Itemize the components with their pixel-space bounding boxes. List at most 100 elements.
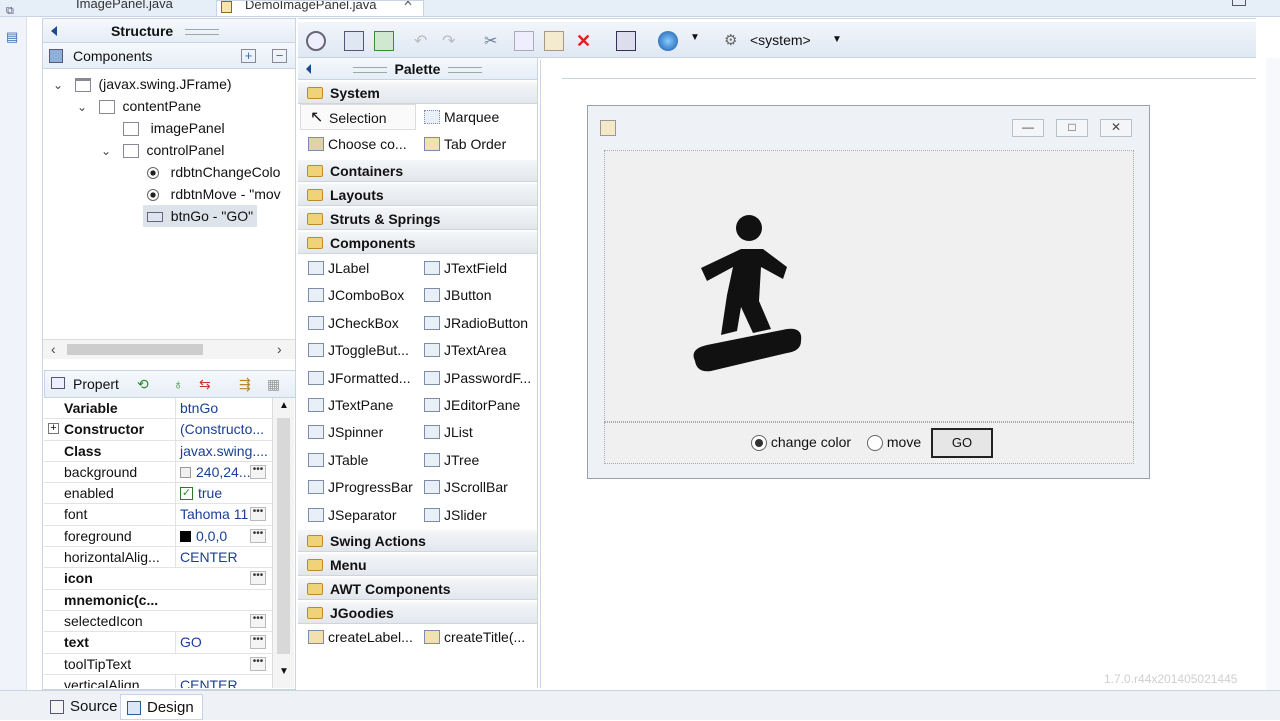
- tree-item-rdbtnchangecolor[interactable]: rdbtnChangeColo: [147, 161, 293, 183]
- convert-local-icon[interactable]: ⇆: [199, 371, 211, 397]
- tab-design[interactable]: Design: [120, 694, 203, 720]
- palette-item-jlist[interactable]: JList: [416, 419, 534, 445]
- scroll-down-icon[interactable]: ▼: [279, 666, 289, 677]
- properties-view-icon[interactable]: [616, 31, 636, 51]
- look-and-feel-select[interactable]: <system>: [750, 32, 811, 48]
- copy-icon[interactable]: [514, 31, 534, 51]
- palette-item-jtable[interactable]: JTable: [300, 447, 416, 473]
- palette-category-struts-springs[interactable]: Struts & Springs: [298, 208, 537, 230]
- tree-item-jframe[interactable]: ⌄ (javax.swing.JFrame): [53, 73, 232, 95]
- collapse-all-icon[interactable]: −: [272, 49, 287, 63]
- show-events-icon[interactable]: ⟲: [137, 371, 149, 397]
- palette-item-jscrollbar[interactable]: JScrollBar: [416, 474, 534, 500]
- palette-category-awt-components[interactable]: AWT Components: [298, 578, 537, 600]
- palette-item-jradiobutton[interactable]: JRadioButton: [416, 310, 534, 336]
- palette-category-swing-actions[interactable]: Swing Actions: [298, 530, 537, 552]
- close-button[interactable]: ✕: [1100, 119, 1132, 137]
- palette-item-jformatted[interactable]: JFormatted...: [300, 365, 416, 391]
- property-row-font[interactable]: font Tahoma 11 •••: [44, 504, 296, 526]
- redo-icon[interactable]: ↷: [442, 31, 462, 51]
- tab-source[interactable]: Source: [44, 694, 126, 720]
- tree-item-rdbtnmove[interactable]: rdbtnMove - "mov: [147, 183, 293, 205]
- palette-item-jbutton[interactable]: JButton: [416, 282, 534, 308]
- property-value[interactable]: CENTER: [175, 547, 267, 569]
- palette-item-jtextpane[interactable]: JTextPane: [300, 392, 416, 418]
- palette-item-createlabel[interactable]: createLabel...: [300, 624, 416, 650]
- scroll-left-icon[interactable]: ‹: [51, 341, 56, 357]
- edit-ellipsis-button[interactable]: •••: [250, 613, 266, 628]
- tree-item-contentpane[interactable]: ⌄ contentPane: [77, 95, 201, 117]
- paste-icon[interactable]: [544, 31, 564, 51]
- chevron-down-icon[interactable]: ⌄: [101, 144, 111, 158]
- scroll-thumb[interactable]: [67, 344, 203, 355]
- tab-demoimagepanel[interactable]: DemoImagePanel.java ✕: [216, 0, 424, 16]
- scroll-up-icon[interactable]: ▲: [279, 400, 289, 411]
- delete-icon[interactable]: ✕: [576, 31, 596, 51]
- edit-ellipsis-button[interactable]: •••: [250, 571, 266, 586]
- refresh-icon[interactable]: [374, 31, 394, 51]
- chevron-down-icon[interactable]: ⌄: [53, 78, 63, 92]
- palette-category-system[interactable]: System: [298, 82, 537, 104]
- globe-icon[interactable]: [658, 31, 678, 51]
- palette-item-jslider[interactable]: JSlider: [416, 502, 534, 528]
- palette-item-jseparator[interactable]: JSeparator: [300, 502, 416, 528]
- test-gui-icon[interactable]: [306, 31, 326, 51]
- property-row-variable[interactable]: Variable btnGo: [44, 398, 296, 420]
- maximize-icon[interactable]: [1232, 0, 1246, 6]
- jframe-preview[interactable]: — □ ✕ change color move GO: [587, 105, 1150, 479]
- property-row-enabled[interactable]: enabled true ✓: [44, 483, 296, 505]
- maximize-button[interactable]: □: [1056, 119, 1088, 137]
- palette-item-tab-order[interactable]: Tab Order: [416, 131, 534, 157]
- outline-icon[interactable]: ▤: [6, 29, 18, 45]
- go-button[interactable]: GO: [931, 428, 993, 458]
- property-row-background[interactable]: background 240,24... •••: [44, 461, 296, 484]
- palette-item-createtitle[interactable]: createTitle(...: [416, 624, 534, 650]
- palette-item-jtextarea[interactable]: JTextArea: [416, 337, 534, 363]
- radio-move[interactable]: move: [867, 434, 921, 452]
- radio-selected-icon[interactable]: [751, 435, 767, 452]
- palette-item-jeditorpane[interactable]: JEditorPane: [416, 392, 534, 418]
- palette-item-marquee[interactable]: Marquee: [416, 104, 534, 130]
- palette-item-selection[interactable]: ↖ Selection: [300, 104, 416, 130]
- palette-category-layouts[interactable]: Layouts: [298, 184, 537, 206]
- property-row-tooltiptext[interactable]: toolTipText •••: [44, 654, 296, 675]
- palette-item-jtree[interactable]: JTree: [416, 447, 534, 473]
- property-value[interactable]: btnGo: [175, 398, 267, 419]
- property-row-text[interactable]: text GO •••: [44, 632, 296, 654]
- vertical-scrollbar[interactable]: ▲ ▼: [272, 398, 294, 688]
- scroll-right-icon[interactable]: ›: [277, 341, 282, 357]
- restore-icon[interactable]: ⧉: [6, 5, 14, 18]
- tree-item-imagepanel[interactable]: imagePanel: [123, 117, 225, 139]
- radio-change-color[interactable]: change color: [751, 434, 851, 452]
- property-row-horizontalalignment[interactable]: horizontalAlig... CENTER: [44, 547, 296, 569]
- palette-item-jcombobox[interactable]: JComboBox: [300, 282, 416, 308]
- minimize-button[interactable]: —: [1012, 119, 1044, 137]
- scroll-thumb[interactable]: [277, 418, 290, 654]
- palette-item-jtextfield[interactable]: JTextField: [416, 255, 534, 281]
- palette-category-containers[interactable]: Containers: [298, 160, 537, 182]
- property-value[interactable]: (Constructo...: [175, 419, 267, 441]
- property-row-foreground[interactable]: foreground 0,0,0 •••: [44, 525, 296, 548]
- palette-item-jcheckbox[interactable]: JCheckBox: [300, 310, 416, 336]
- palette-item-jprogressbar[interactable]: JProgressBar: [300, 474, 416, 500]
- chevron-down-icon[interactable]: ▼: [690, 32, 700, 43]
- chevron-down-icon[interactable]: ⌄: [77, 100, 87, 114]
- expand-icon[interactable]: +: [48, 423, 59, 435]
- palette-category-jgoodies[interactable]: JGoodies: [298, 602, 537, 624]
- palette-category-components[interactable]: Components: [298, 232, 537, 254]
- expand-all-icon[interactable]: +: [241, 49, 256, 63]
- advanced-props-icon[interactable]: ⇶: [239, 371, 251, 397]
- undo-icon[interactable]: ↶: [414, 31, 434, 51]
- edit-ellipsis-button[interactable]: •••: [250, 656, 266, 671]
- property-row-verticalalignment[interactable]: verticalAlign CENTER: [44, 674, 296, 688]
- tree-item-btngo[interactable]: btnGo - "GO": [143, 205, 258, 227]
- edit-ellipsis-button[interactable]: •••: [250, 507, 266, 522]
- collapse-left-icon[interactable]: [51, 26, 57, 36]
- chevron-down-icon[interactable]: ▼: [832, 34, 842, 45]
- collapse-left-icon[interactable]: [306, 64, 311, 74]
- close-icon[interactable]: ✕: [403, 1, 413, 8]
- image-panel[interactable]: [604, 150, 1134, 422]
- external-class-icon[interactable]: [344, 31, 364, 51]
- property-row-icon[interactable]: icon •••: [44, 568, 296, 590]
- property-row-constructor[interactable]: + Constructor (Constructo...: [44, 419, 296, 441]
